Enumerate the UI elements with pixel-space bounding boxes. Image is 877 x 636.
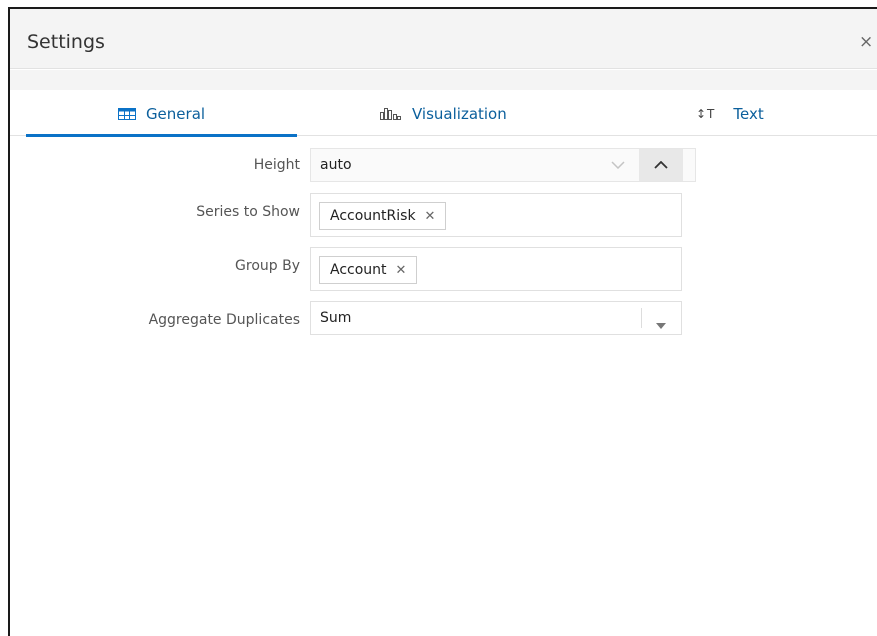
settings-dialog: Settings × General Visualization ↕T Text…	[8, 7, 877, 636]
height-label: Height	[253, 157, 300, 173]
bar-chart-icon	[380, 107, 402, 120]
height-field[interactable]: auto	[310, 148, 696, 182]
grid-table-icon	[117, 107, 136, 120]
select-divider	[641, 308, 642, 328]
dialog-title: Settings	[27, 31, 105, 53]
group-by-label: Group By	[235, 258, 300, 274]
series-chip: AccountRisk ✕	[319, 202, 447, 230]
tab-bar: General Visualization ↕T Text	[10, 91, 877, 137]
chevron-up-icon[interactable]	[639, 149, 683, 181]
remove-chip-icon[interactable]: ✕	[396, 263, 407, 278]
close-icon[interactable]: ×	[859, 33, 873, 51]
aggregate-label: Aggregate Duplicates	[148, 312, 300, 328]
tab-text[interactable]: ↕T Text	[696, 91, 764, 136]
text-size-icon: ↕T	[696, 106, 716, 121]
series-multiselect[interactable]: AccountRisk ✕	[310, 193, 682, 237]
group-by-multiselect[interactable]: Account ✕	[310, 247, 682, 291]
tab-general-label: General	[145, 104, 206, 123]
group-by-chip: Account ✕	[319, 256, 418, 284]
tab-text-label: Text	[733, 104, 764, 123]
tab-visualization-label: Visualization	[412, 104, 507, 123]
aggregate-value: Sum	[320, 310, 352, 326]
header-subbar	[10, 70, 877, 90]
aggregate-select[interactable]: Sum	[310, 301, 682, 335]
dialog-header: Settings ×	[10, 9, 877, 69]
tab-general[interactable]: General	[26, 91, 297, 137]
tab-visualization[interactable]: Visualization	[380, 91, 507, 136]
chevron-down-icon[interactable]	[598, 149, 638, 181]
group-by-chip-label: Account	[330, 262, 387, 278]
dropdown-arrow-icon[interactable]	[656, 314, 666, 333]
remove-chip-icon[interactable]: ✕	[425, 209, 436, 224]
series-chip-label: AccountRisk	[330, 208, 416, 224]
series-label: Series to Show	[196, 204, 300, 220]
height-value: auto	[320, 157, 352, 173]
